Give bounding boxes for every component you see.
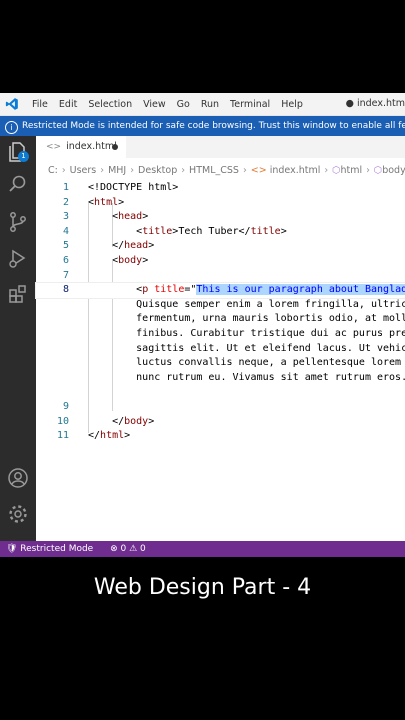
- chevron-right-icon: ›: [181, 165, 186, 176]
- extensions-icon[interactable]: [6, 282, 30, 306]
- restricted-mode-status[interactable]: 🛡 Restricted Mode: [0, 541, 100, 557]
- status-bar: 🛡 Restricted Mode ⊗ 0 ⚠ 0: [0, 541, 405, 557]
- code-line: Quisque semper enim a lorem fringilla, u…: [88, 298, 405, 310]
- code-line: 3 <head>: [62, 211, 149, 223]
- crumb-mhj[interactable]: MHJ: [108, 165, 126, 176]
- account-icon[interactable]: [6, 466, 30, 490]
- menu-bar: File Edit Selection View Go Run Terminal…: [32, 93, 314, 115]
- settings-gear-icon[interactable]: [6, 502, 30, 526]
- symbol-icon: ⬡: [373, 165, 383, 176]
- problems-status[interactable]: ⊗ 0 ⚠ 0: [110, 544, 146, 554]
- vscode-window: File Edit Selection View Go Run Terminal…: [0, 93, 405, 557]
- code-editor[interactable]: 1 <!DOCTYPE html> 2 <html> 3 <head> 4 <tit…: [35, 181, 405, 541]
- code-line: 11 </html>: [56, 430, 131, 442]
- chevron-right-icon: ›: [242, 165, 247, 176]
- explorer-badge: 1: [18, 151, 29, 162]
- code-line: fermentum, urna mauris lobortis odio, at…: [88, 313, 405, 325]
- code-line: 5 </head>: [62, 240, 155, 252]
- error-count: 0: [120, 544, 127, 554]
- banner-text: Restricted Mode is intended for safe cod…: [22, 121, 405, 131]
- crumb-body[interactable]: body: [382, 165, 405, 176]
- menu-run[interactable]: Run: [201, 99, 219, 110]
- search-icon[interactable]: [6, 172, 30, 196]
- html-file-icon: <>: [46, 142, 62, 152]
- menu-selection[interactable]: Selection: [88, 99, 132, 110]
- unsaved-dot-icon[interactable]: [112, 144, 118, 150]
- source-control-icon[interactable]: [6, 210, 30, 234]
- code-line: 4 <title>Tech Tuber</title>: [62, 225, 287, 237]
- menu-go[interactable]: Go: [177, 99, 190, 110]
- chevron-right-icon: ›: [324, 165, 329, 176]
- code-line: 10 </body>: [56, 415, 155, 427]
- crumb-users[interactable]: Users: [70, 165, 97, 176]
- restricted-mode-banner[interactable]: i Restricted Mode is intended for safe co…: [0, 116, 405, 136]
- breadcrumb: C: › Users › MHJ › Desktop › HTML_CSS › <> index.h…: [48, 161, 405, 181]
- code-line: 1 <!DOCTYPE html>: [36, 181, 405, 196]
- html-file-icon: <>: [250, 165, 270, 176]
- code-text: <!DOCTYPE html>: [88, 182, 179, 193]
- code-line: 9: [62, 401, 69, 412]
- tab-label: index.html: [66, 141, 117, 152]
- tab-index-html[interactable]: <> index.html: [36, 136, 126, 158]
- crumb-html[interactable]: html: [340, 165, 362, 176]
- menu-terminal[interactable]: Terminal: [230, 99, 270, 110]
- vscode-logo-icon: [5, 98, 18, 110]
- code-line: sagittis elit. Ut et eleifend lacus. Ut …: [88, 342, 405, 354]
- chevron-right-icon: ›: [366, 165, 370, 176]
- info-icon: i: [5, 121, 18, 134]
- chevron-right-icon: ›: [61, 165, 66, 176]
- crumb-file[interactable]: index.html: [270, 165, 321, 176]
- activity-bar: [0, 136, 36, 541]
- menu-view[interactable]: View: [143, 99, 166, 110]
- crumb-folder[interactable]: HTML_CSS: [189, 165, 239, 176]
- menu-file[interactable]: File: [32, 99, 48, 110]
- code-line: 6 <body>: [62, 255, 149, 266]
- menu-help[interactable]: Help: [281, 99, 303, 110]
- chevron-right-icon: ›: [100, 165, 105, 176]
- chevron-right-icon: ›: [130, 165, 135, 176]
- code-line: 7: [62, 269, 69, 281]
- menu-edit[interactable]: Edit: [59, 99, 77, 110]
- tab-bar: <> index.html: [36, 136, 405, 158]
- code-line: finibus. Curabitur tristique dui ac puru…: [88, 328, 405, 339]
- code-line: nunc rutrum eu. Vivamus sit amet rutrum …: [88, 371, 405, 383]
- crumb-drive[interactable]: C:: [48, 165, 58, 176]
- title-bar: File Edit Selection View Go Run Terminal…: [0, 93, 405, 116]
- window-title: ● index.htm: [345, 98, 405, 109]
- run-debug-icon[interactable]: [6, 246, 30, 270]
- crumb-desktop[interactable]: Desktop: [138, 165, 177, 176]
- video-caption: Web Design Part - 4: [93, 575, 312, 600]
- code-line: 2 <html>: [62, 196, 125, 208]
- code-line-current: 8 <p title="This is our paragraph about …: [35, 282, 405, 299]
- warning-count: 0: [140, 544, 146, 554]
- code-line: luctus convallis neque, a pellentesque l…: [88, 357, 405, 369]
